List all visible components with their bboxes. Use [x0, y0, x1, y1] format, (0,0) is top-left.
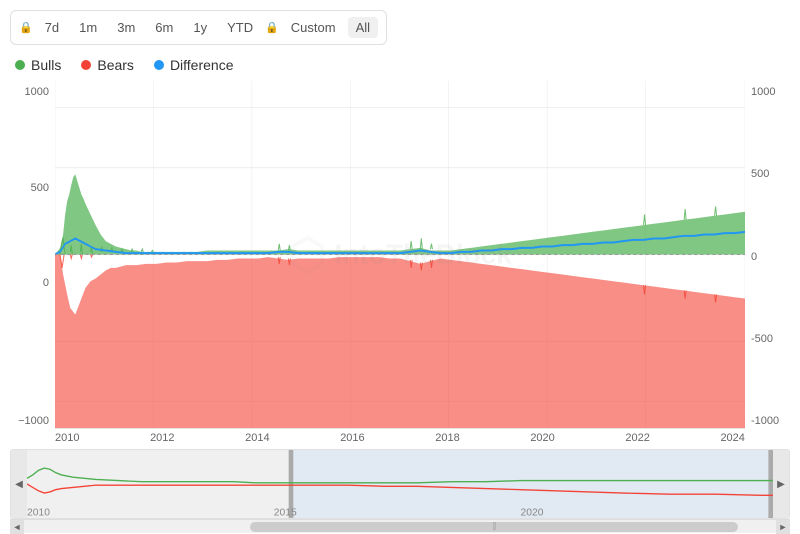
scrollbar-thumb[interactable]: ⫿	[250, 522, 739, 532]
scroll-right-arrow[interactable]: ►	[776, 520, 790, 534]
y-axis-left: 1000 500 0 −1000	[10, 81, 55, 447]
btn-1y[interactable]: 1y	[185, 17, 215, 38]
bulls-label: Bulls	[31, 57, 61, 73]
chart-and-xaxis: ⬡ IntoTheBlock	[55, 81, 745, 447]
scroll-left-arrow[interactable]: ◄	[10, 520, 24, 534]
nav-scroll-right[interactable]: ▶	[773, 450, 789, 518]
nav-chart-area: 2010 2015 2020	[27, 450, 773, 518]
btn-ytd[interactable]: YTD	[219, 17, 261, 38]
btn-all[interactable]: All	[348, 17, 378, 38]
difference-label: Difference	[170, 57, 234, 73]
scrollbar-track[interactable]: ⫿	[24, 520, 776, 533]
nav-svg: 2010 2015 2020	[27, 450, 773, 518]
legend: Bulls Bears Difference	[10, 57, 790, 73]
chart-container: 🔒 7d 1m 3m 6m 1y YTD 🔒 Custom All Bulls …	[0, 0, 800, 533]
svg-text:2010: 2010	[27, 508, 50, 518]
chart-svg	[55, 81, 745, 428]
lock-icon-left: 🔒	[19, 21, 33, 34]
btn-3m[interactable]: 3m	[109, 17, 143, 38]
legend-difference[interactable]: Difference	[154, 57, 234, 73]
legend-bears[interactable]: Bears	[81, 57, 134, 73]
y-axis-right: 1000 500 0 -500 -1000	[745, 81, 790, 447]
btn-custom[interactable]: Custom	[283, 17, 344, 38]
scrollbar[interactable]: ◄ ⫿ ►	[10, 519, 790, 533]
svg-text:2020: 2020	[521, 508, 544, 518]
lock-icon-custom: 🔒	[265, 21, 279, 34]
btn-6m[interactable]: 6m	[147, 17, 181, 38]
btn-1m[interactable]: 1m	[71, 17, 105, 38]
bears-label: Bears	[97, 57, 134, 73]
difference-dot	[154, 60, 164, 70]
toolbar: 🔒 7d 1m 3m 6m 1y YTD 🔒 Custom All	[10, 10, 387, 45]
btn-7d[interactable]: 7d	[37, 17, 67, 38]
bears-dot	[81, 60, 91, 70]
legend-bulls[interactable]: Bulls	[15, 57, 61, 73]
scrollbar-grip: ⫿	[493, 521, 495, 532]
main-chart-svg: ⬡ IntoTheBlock	[55, 81, 745, 429]
x-axis: 2010 2012 2014 2016 2018 2020 2022 2024	[55, 429, 745, 447]
bulls-dot	[15, 60, 25, 70]
navigator[interactable]: ◀ 2010	[10, 449, 790, 519]
nav-scroll-left[interactable]: ◀	[11, 450, 27, 518]
svg-text:2015: 2015	[274, 508, 297, 518]
main-chart-area: 1000 500 0 −1000 ⬡ IntoTheBlock	[10, 81, 790, 447]
